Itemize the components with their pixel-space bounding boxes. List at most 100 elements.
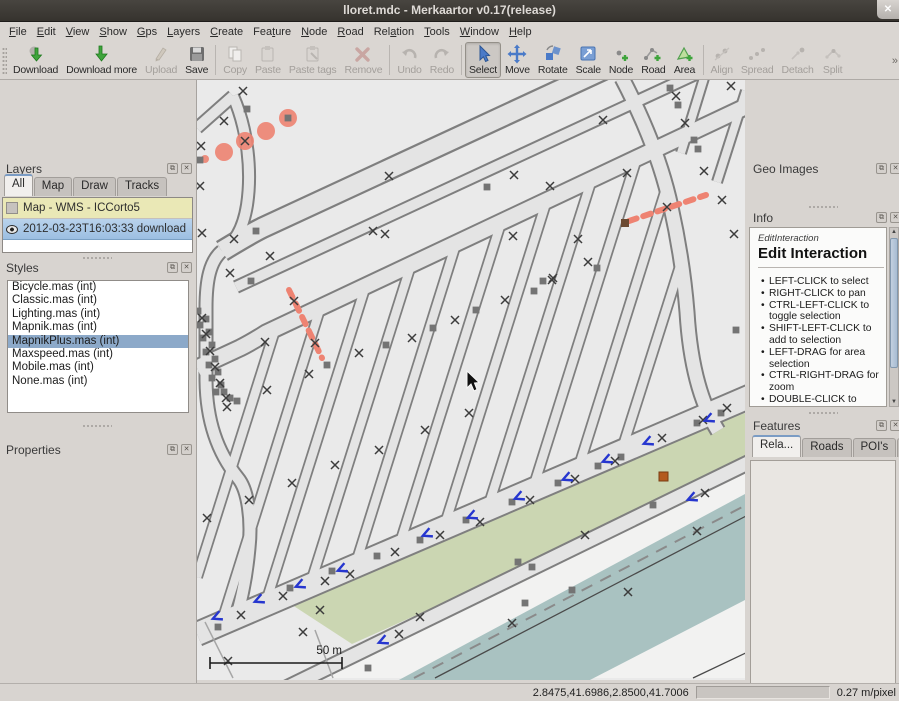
menu-show[interactable]: Show (94, 24, 132, 40)
toolbar-undo-button: Undo (393, 42, 425, 78)
properties-close-button[interactable]: ✕ (181, 444, 192, 455)
download-more-icon (91, 44, 113, 64)
geo-images-float-button[interactable]: ⧉ (876, 163, 887, 174)
geo-images-close-button[interactable]: ✕ (890, 163, 899, 174)
features-list[interactable] (750, 460, 896, 692)
menu-node[interactable]: Node (296, 24, 332, 40)
style-item[interactable]: Lighting.mas (int) (8, 308, 188, 321)
map-dashed-way-node (621, 219, 629, 227)
features-float-button[interactable]: ⧉ (876, 420, 887, 431)
move-icon (506, 44, 528, 64)
toolbar-overflow-chevron[interactable]: » (892, 55, 898, 67)
menu-relation[interactable]: Relation (369, 24, 419, 40)
paste-icon (257, 44, 279, 64)
layers-float-button[interactable]: ⧉ (167, 163, 178, 174)
toolbar-road-button[interactable]: Road (637, 42, 669, 78)
info-heading: Edit Interaction (758, 245, 884, 262)
menu-feature[interactable]: Feature (248, 24, 296, 40)
upload-icon (150, 44, 172, 64)
area-icon (674, 44, 696, 64)
map-canvas[interactable]: 50 m (197, 80, 748, 683)
scale-icon (577, 44, 599, 64)
features-close-button[interactable]: ✕ (890, 420, 899, 431)
toolbar-download-more-button[interactable]: Download more (62, 42, 141, 78)
menu-file[interactable]: File (4, 24, 32, 40)
titlebar[interactable]: lloret.mdc - Merkaartor v0.17(release) ✕ (0, 0, 899, 22)
toolbar-align-button: Align (707, 42, 737, 78)
toolbar-move-button[interactable]: Move (501, 42, 534, 78)
features-tab-roads[interactable]: Roads (802, 438, 851, 457)
menu-layers[interactable]: Layers (162, 24, 205, 40)
toolbar-drag-handle[interactable] (2, 47, 7, 74)
scroll-up-icon[interactable]: ▲ (890, 229, 898, 235)
remove-icon (352, 44, 374, 64)
style-item[interactable]: Mapnik.mas (int) (8, 321, 188, 334)
right-dock-panel: Geo Images ⧉ ✕ Info ⧉ ✕ EditInteraction … (748, 80, 899, 683)
toolbar-split-button: Split (818, 42, 848, 78)
toolbar-node-button[interactable]: Node (605, 42, 637, 78)
menu-edit[interactable]: Edit (32, 24, 61, 40)
features-tab-pois[interactable]: POI's (853, 438, 897, 457)
info-bullet-list: LEFT-CLICK to selectRIGHT-CLICK to panCT… (758, 276, 884, 406)
scroll-down-icon[interactable]: ▼ (890, 399, 898, 405)
info-features-splitter[interactable] (808, 411, 838, 415)
toolbar-upload-button: Upload (141, 42, 181, 78)
info-scrollbar[interactable]: ▲ ▼ (889, 227, 899, 407)
style-item[interactable]: Bicycle.mas (int) (8, 281, 188, 294)
toolbar-select-button[interactable]: Select (465, 42, 501, 78)
style-item[interactable]: Mobile.mas (int) (8, 361, 188, 374)
menu-road[interactable]: Road (332, 24, 368, 40)
info-scrollbar-thumb[interactable] (890, 238, 898, 368)
status-progress (696, 686, 830, 699)
map-building-square (659, 472, 668, 481)
redo-icon (431, 44, 453, 64)
styles-list[interactable]: Bicycle.mas (int)Classic.mas (int)Lighti… (7, 280, 189, 413)
layers-tab-map[interactable]: Map (34, 177, 72, 196)
menu-tools[interactable]: Tools (419, 24, 455, 40)
styles-properties-splitter[interactable] (82, 424, 112, 428)
info-float-button[interactable]: ⧉ (876, 212, 887, 223)
toolbar-paste-button: Paste (251, 42, 285, 78)
menu-create[interactable]: Create (205, 24, 248, 40)
close-button[interactable]: ✕ (877, 0, 899, 19)
layers-styles-splitter[interactable] (82, 256, 112, 260)
copy-icon (224, 44, 246, 64)
layers-list: Map - WMS - ICCorto5 2012-03-23T16:03:33… (2, 197, 193, 253)
status-zoom: 0.27 m/pixel (837, 687, 896, 699)
geo-info-splitter[interactable] (808, 205, 838, 209)
statusbar: 2.8475,41.6986,2.8500,41.7006 0.27 m/pix… (0, 683, 899, 701)
layers-tab-tracks[interactable]: Tracks (117, 177, 167, 196)
svg-text:50 m: 50 m (316, 645, 342, 657)
save-icon (186, 44, 208, 64)
menu-window[interactable]: Window (455, 24, 504, 40)
layer-row-wms[interactable]: Map - WMS - ICCorto5 (3, 198, 192, 219)
styles-float-button[interactable]: ⧉ (167, 262, 178, 273)
toolbar-rotate-button[interactable]: Rotate (534, 42, 572, 78)
toolbar-scale-button[interactable]: Scale (572, 42, 605, 78)
paste-tags-icon (302, 44, 324, 64)
features-tab-rela[interactable]: Rela... (752, 435, 801, 457)
properties-float-button[interactable]: ⧉ (167, 444, 178, 455)
style-item[interactable]: Classic.mas (int) (8, 294, 188, 307)
menu-help[interactable]: Help (504, 24, 537, 40)
layers-tab-all[interactable]: All (4, 174, 33, 196)
menu-view[interactable]: View (61, 24, 95, 40)
style-item[interactable]: Maxspeed.mas (int) (8, 348, 188, 361)
layers-close-button[interactable]: ✕ (181, 163, 192, 174)
layer-row-download[interactable]: 2012-03-23T16:03:33 download (3, 219, 192, 240)
info-content: EditInteraction Edit Interaction LEFT-CL… (749, 227, 887, 407)
toolbar-download-button[interactable]: Download (9, 42, 62, 78)
style-item[interactable]: MapnikPlus.mas (int) (8, 335, 188, 348)
toolbar-area-button[interactable]: Area (670, 42, 700, 78)
layers-tab-draw[interactable]: Draw (73, 177, 116, 196)
align-icon (711, 44, 733, 64)
styles-close-button[interactable]: ✕ (181, 262, 192, 273)
info-close-button[interactable]: ✕ (890, 212, 899, 223)
download-icon (25, 44, 47, 64)
layer-visible-eye-icon[interactable] (6, 225, 18, 234)
style-item[interactable]: None.mas (int) (8, 375, 188, 388)
layer-checkbox[interactable] (6, 202, 18, 214)
toolbar-spread-button: Spread (737, 42, 778, 78)
menu-gps[interactable]: Gps (132, 24, 162, 40)
toolbar-save-button[interactable]: Save (181, 42, 212, 78)
